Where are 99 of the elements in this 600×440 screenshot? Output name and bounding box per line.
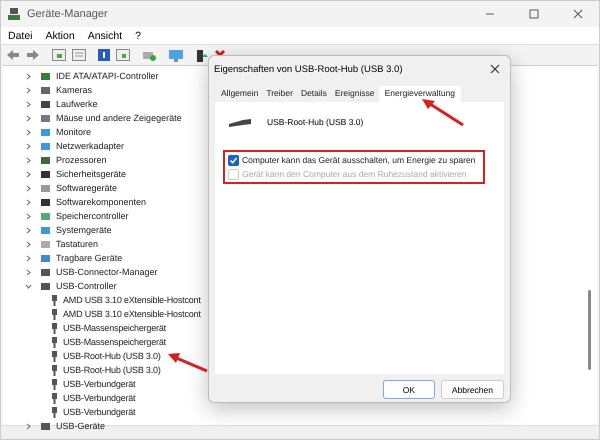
tree-item[interactable]: USB-Geräte xyxy=(56,421,106,431)
expand-chevron-icon[interactable] xyxy=(25,128,32,136)
tree-item[interactable]: USB-Verbundgerät xyxy=(63,393,136,403)
annotation-arrow xyxy=(421,97,465,127)
expand-chevron-icon[interactable] xyxy=(25,268,32,276)
expand-chevron-icon[interactable] xyxy=(25,198,32,206)
forward-arrow-icon[interactable] xyxy=(26,49,40,61)
ok-button[interactable]: OK xyxy=(382,380,435,399)
close-icon[interactable] xyxy=(573,9,583,19)
device-category-icon xyxy=(40,238,51,250)
device-category-icon xyxy=(40,140,51,152)
expand-chevron-icon[interactable] xyxy=(25,156,32,164)
cancel-button[interactable]: Abbrechen xyxy=(440,380,504,399)
tree-item[interactable]: AMD USB 3.10 eXtensible-Hostcont xyxy=(63,295,201,305)
usb-plug-icon xyxy=(51,378,58,390)
usb-plug-icon xyxy=(51,322,58,334)
device-category-icon xyxy=(40,168,51,180)
device-category-icon xyxy=(40,420,51,432)
tree-item[interactable]: Laufwerke xyxy=(56,99,98,109)
device-category-icon xyxy=(40,210,51,222)
usb-plug-icon xyxy=(51,308,58,320)
usb-plug-icon xyxy=(51,406,58,418)
expand-chevron-icon[interactable] xyxy=(25,254,32,262)
tree-item[interactable]: USB-Root-Hub (USB 3.0) xyxy=(63,351,161,361)
device-category-icon xyxy=(40,126,51,138)
tab[interactable]: Ereignisse xyxy=(330,86,379,102)
device-icon[interactable] xyxy=(196,48,208,62)
tree-item[interactable]: USB-Verbundgerät xyxy=(63,379,136,389)
list-icon[interactable] xyxy=(72,49,86,61)
dialog-title: Eigenschaften von USB-Root-Hub (USB 3.0) xyxy=(214,64,403,74)
expand-chevron-icon[interactable] xyxy=(25,184,32,192)
tree-item[interactable]: USB-Massenspeichergerät xyxy=(63,337,166,347)
expand-chevron-icon[interactable] xyxy=(25,72,32,80)
usb-plug-icon xyxy=(51,294,58,306)
tree-item[interactable]: Netzwerkadapter xyxy=(56,141,124,151)
menu-item[interactable]: ? xyxy=(135,30,141,42)
help-icon[interactable] xyxy=(98,49,110,61)
tree-item[interactable]: Softwarekomponenten xyxy=(56,197,146,207)
device-category-icon xyxy=(40,84,51,96)
tree-item[interactable]: IDE ATA/ATAPI-Controller xyxy=(56,71,158,81)
menu-item[interactable]: Aktion xyxy=(46,30,75,42)
tree-item[interactable]: Speichercontroller xyxy=(56,211,129,221)
tree-item[interactable]: USB-Verbundgerät xyxy=(63,407,136,417)
menu-item[interactable]: Ansicht xyxy=(88,30,122,42)
device-category-icon xyxy=(40,252,51,264)
device-category-icon xyxy=(40,280,51,292)
tree-item[interactable]: AMD USB 3.10 eXtensible-Hostcont xyxy=(63,309,201,319)
device-category-icon xyxy=(40,70,51,82)
device-name: USB-Root-Hub (USB 3.0) xyxy=(267,117,364,127)
monitor-icon[interactable] xyxy=(168,48,184,62)
tree-item[interactable]: USB-Connector-Manager xyxy=(56,267,158,277)
device-category-icon xyxy=(40,112,51,124)
expand-chevron-icon[interactable] xyxy=(25,226,32,234)
tree-item[interactable]: Mäuse und andere Zeigegeräte xyxy=(56,113,182,123)
tree-item[interactable]: USB-Root-Hub (USB 3.0) xyxy=(63,365,161,375)
device-category-icon xyxy=(40,98,51,110)
tab[interactable]: Treiber xyxy=(262,86,297,102)
window-title: Geräte-Manager xyxy=(27,8,108,20)
usb-plug-icon xyxy=(51,336,58,348)
maximize-icon[interactable] xyxy=(529,9,539,19)
tab[interactable]: Details xyxy=(296,86,331,102)
device-category-icon xyxy=(40,224,51,236)
expand-chevron-icon[interactable] xyxy=(25,114,32,122)
expand-chevron-icon[interactable] xyxy=(25,100,32,108)
collapse-chevron-icon[interactable] xyxy=(25,282,32,290)
usb-plug-icon xyxy=(51,350,58,362)
menu-item[interactable]: Datei xyxy=(8,30,33,42)
tree-item[interactable]: Prozessoren xyxy=(56,155,107,165)
expand-chevron-icon[interactable] xyxy=(25,212,32,220)
expand-chevron-icon[interactable] xyxy=(25,86,32,94)
usb-plug-icon xyxy=(51,392,58,404)
tree-item[interactable]: Monitore xyxy=(56,127,92,137)
tab[interactable]: Allgemein xyxy=(217,86,262,102)
tree-item[interactable]: Kameras xyxy=(56,85,92,95)
tree-item[interactable]: USB-Controller xyxy=(56,281,117,291)
computer-icon xyxy=(7,7,21,21)
annotation-arrow xyxy=(167,351,209,373)
tree-item[interactable]: Systemgeräte xyxy=(56,225,112,235)
usb-plug-icon xyxy=(51,364,58,376)
expand-chevron-icon[interactable] xyxy=(25,240,32,248)
tree-item[interactable]: Tastaturen xyxy=(56,239,98,249)
device-category-icon xyxy=(40,154,51,166)
expand-chevron-icon[interactable] xyxy=(25,170,32,178)
device-category-icon xyxy=(40,182,51,194)
expand-chevron-icon[interactable] xyxy=(25,422,32,430)
tree-item[interactable]: Softwaregeräte xyxy=(56,183,118,193)
tree-item[interactable]: Sicherheitsgeräte xyxy=(56,169,126,179)
close-icon[interactable] xyxy=(490,64,500,74)
tree-item[interactable]: Tragbare Geräte xyxy=(56,253,122,263)
checkbox[interactable] xyxy=(228,154,239,166)
device-category-icon xyxy=(40,266,51,278)
window-icon[interactable] xyxy=(116,49,130,61)
back-arrow-icon[interactable] xyxy=(6,49,20,61)
tree-item[interactable]: USB-Massenspeichergerät xyxy=(63,323,166,333)
tab[interactable]: Energieverwaltung xyxy=(378,86,462,102)
checkbox-option[interactable]: Computer kann das Gerät ausschalten, um Energie zu sparen xyxy=(228,154,480,166)
expand-chevron-icon[interactable] xyxy=(25,142,32,150)
window-icon[interactable] xyxy=(52,49,66,61)
device-category-icon xyxy=(40,196,51,208)
